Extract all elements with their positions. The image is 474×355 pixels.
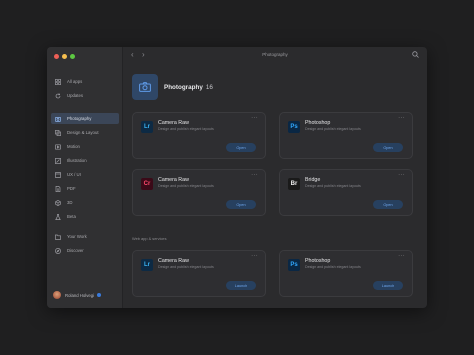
sidebar-item-your-work[interactable]: Your Work [51,231,119,242]
app-window: All apps Updates Photography Design & La… [47,47,427,308]
category-icon [132,74,158,100]
launch-button[interactable]: Launch [373,281,403,290]
user-name: Roland Holvegi [65,292,95,298]
sidebar-item-label: UX / UI [67,172,81,177]
sidebar-item-illustration[interactable]: Illustration [51,155,119,166]
app-name: Camera Raw [158,258,189,264]
sidebar-item-label: Design & Layout [67,130,99,135]
app-description: Design and publish elegant layouts [305,265,361,269]
app-card-camera-raw-2[interactable]: Cr Camera Raw Design and publish elegant… [132,169,266,216]
open-button[interactable]: Open [226,200,256,209]
pdf-icon [55,185,61,192]
more-options-icon[interactable]: ··· [251,253,258,259]
page-title-text: Photography [164,84,203,91]
minimize-button[interactable] [62,54,67,59]
ux-icon [55,171,61,178]
sidebar-item-motion[interactable]: Motion [51,141,119,152]
toolbar: ‹ › Photography [123,47,427,63]
more-options-icon[interactable]: ··· [251,172,258,178]
open-button[interactable]: Open [373,143,403,152]
photoshop-logo-icon: Ps [288,121,300,133]
sidebar-item-photography[interactable]: Photography [51,113,119,124]
launch-button[interactable]: Launch [226,281,256,290]
app-description: Design and publish elegant layouts [305,184,361,188]
app-description: Design and publish elegant layouts [305,127,361,131]
app-name: Camera Raw [158,177,189,183]
app-description: Design and publish elegant layouts [158,265,214,269]
app-name: Photoshop [305,258,331,264]
more-options-icon[interactable]: ··· [398,253,405,259]
camera-icon [139,82,151,92]
avatar [53,291,61,299]
sidebar-item-beta[interactable]: Beta [51,211,119,222]
sidebar-item-updates[interactable]: Updates [51,90,119,101]
open-button[interactable]: Open [373,200,403,209]
sidebar-item-label: Your Work [67,234,87,239]
app-name: Bridge [305,177,321,183]
web-card-camera-raw[interactable]: Lr Camera Raw Design and publish elegant… [132,250,266,297]
app-description: Design and publish elegant layouts [158,127,214,131]
sidebar-item-label: Motion [67,144,80,149]
app-card-camera-raw[interactable]: Lr Camera Raw Design and publish elegant… [132,112,266,159]
lightroom-logo-icon: Lr [141,121,153,133]
more-options-icon[interactable]: ··· [398,172,405,178]
sidebar-item-label: Illustration [67,158,87,163]
sidebar-item-all-apps[interactable]: All apps [51,76,119,87]
user-profile[interactable]: Roland Holvegi [53,291,102,299]
grid-icon [55,78,61,85]
sidebar-item-label: All apps [67,79,83,84]
sidebar-item-ux-ui[interactable]: UX / UI [51,169,119,180]
sidebar-item-label: Updates [67,93,84,98]
window-title: Photography [262,52,288,57]
app-name: Camera Raw [158,120,189,126]
sidebar-item-label: Photography [67,116,92,121]
open-button[interactable]: Open [226,143,256,152]
web-card-photoshop[interactable]: Ps Photoshop Design and publish elegant … [279,250,413,297]
film-icon [55,143,61,150]
lightroom-logo-icon: Lr [141,259,153,271]
more-options-icon[interactable]: ··· [398,115,405,121]
bridge-logo-icon: Br [288,178,300,190]
app-card-photoshop[interactable]: Ps Photoshop Design and publish elegant … [279,112,413,159]
main-content: ‹ › Photography Photography 16 Lr Camera … [123,47,427,308]
sidebar-item-label: Discover [67,248,84,253]
compass-icon [55,247,61,254]
flask-icon [55,213,61,220]
sidebar-item-label: PDF [67,186,76,191]
maximize-button[interactable] [70,54,75,59]
pen-icon [55,157,61,164]
photoshop-logo-icon: Ps [288,259,300,271]
close-button[interactable] [54,54,59,59]
cube-icon [55,199,61,206]
app-count: 16 [205,84,213,91]
app-name: Photoshop [305,120,331,126]
sidebar-item-label: 3D [67,200,73,205]
more-options-icon[interactable]: ··· [251,115,258,121]
camera-raw-logo-icon: Cr [141,178,153,190]
sidebar-item-3d[interactable]: 3D [51,197,119,208]
sidebar-item-design-layout[interactable]: Design & Layout [51,127,119,138]
window-controls [54,54,75,59]
refresh-icon [55,93,61,99]
app-card-bridge[interactable]: Br Bridge Design and publish elegant lay… [279,169,413,216]
section-title: Web app & services [132,236,167,241]
status-badge [97,293,102,297]
app-description: Design and publish elegant layouts [158,184,214,188]
folder-icon [55,234,61,240]
search-icon[interactable] [412,51,419,58]
layers-icon [55,129,61,136]
sidebar-item-discover[interactable]: Discover [51,245,119,256]
sidebar: All apps Updates Photography Design & La… [47,47,123,308]
sidebar-item-pdf[interactable]: PDF [51,183,119,194]
sidebar-item-label: Beta [67,214,76,219]
page-title: Photography 16 [164,84,213,91]
camera-icon [55,116,61,122]
